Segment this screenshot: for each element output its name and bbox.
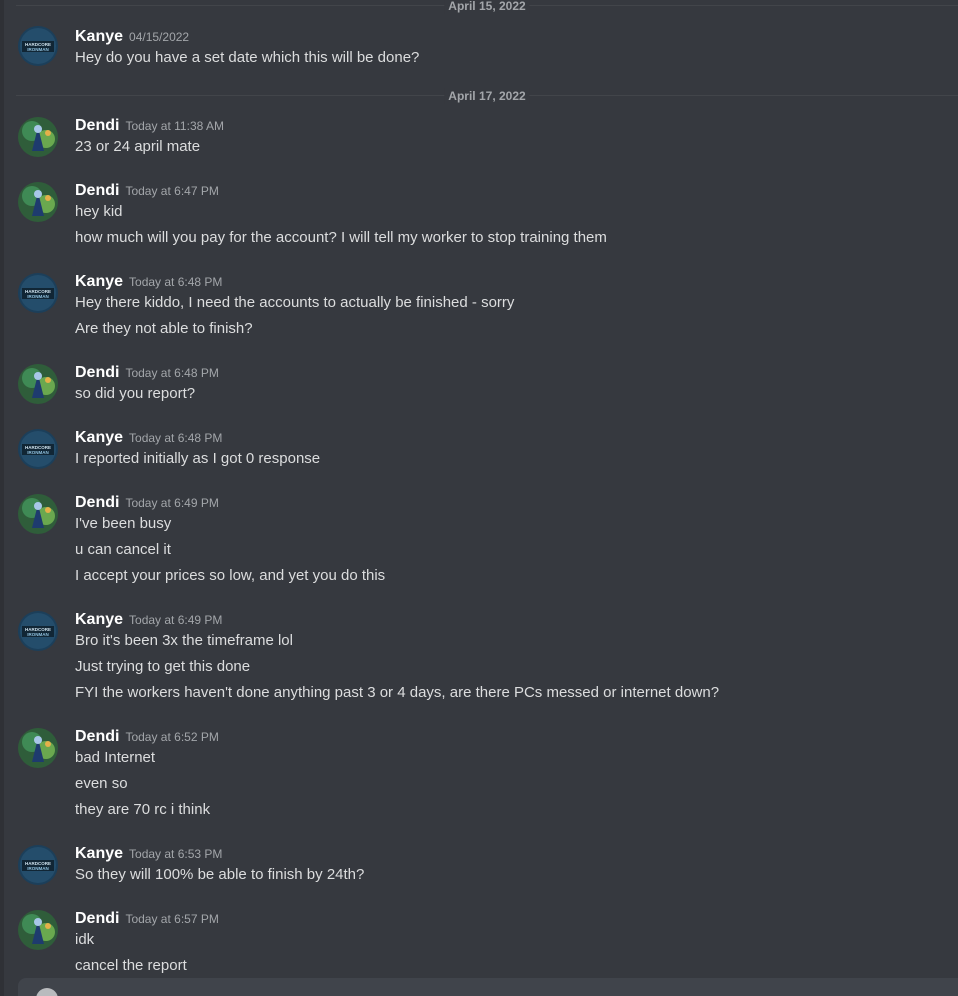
date-divider-label: April 15, 2022 <box>444 0 530 14</box>
avatar-kanye[interactable]: HARDCORE IRONMAN <box>18 429 58 469</box>
message-header: Dendi Today at 11:38 AM <box>75 115 224 137</box>
date-divider: April 17, 2022 <box>16 88 958 104</box>
date-divider-label: April 17, 2022 <box>444 88 530 104</box>
avatar-dendi[interactable] <box>18 494 58 534</box>
timestamp[interactable]: Today at 6:49 PM <box>129 613 222 627</box>
left-edge-strip <box>0 0 4 996</box>
username[interactable]: Kanye <box>75 273 123 290</box>
timestamp[interactable]: Today at 6:48 PM <box>129 275 222 289</box>
timestamp[interactable]: Today at 6:49 PM <box>125 496 218 510</box>
message-text: 23 or 24 april mate <box>75 138 201 155</box>
message-header: Dendi Today at 6:52 PM <box>75 726 219 748</box>
svg-text:IRONMAN: IRONMAN <box>27 632 49 637</box>
message-text: Are they not able to finish? <box>75 320 253 337</box>
username[interactable]: Dendi <box>75 182 119 199</box>
message-input[interactable] <box>18 978 958 996</box>
message-text: u can cancel it <box>75 541 171 558</box>
message-header: Kanye 04/15/2022 <box>75 26 189 48</box>
avatar-kanye[interactable]: HARDCORE IRONMAN <box>18 611 58 651</box>
message-header: Dendi Today at 6:48 PM <box>75 362 219 384</box>
avatar-kanye[interactable]: HARDCORE IRONMAN <box>18 845 58 885</box>
svg-text:IRONMAN: IRONMAN <box>27 294 49 299</box>
message-text: Bro it's been 3x the timeframe lol <box>75 632 293 649</box>
message-text: So they will 100% be able to finish by 2… <box>75 866 365 883</box>
timestamp[interactable]: Today at 11:38 AM <box>125 119 224 133</box>
username[interactable]: Dendi <box>75 364 119 381</box>
message-text: bad Internet <box>75 749 156 766</box>
message-text: how much will you pay for the account? I… <box>75 229 607 246</box>
username[interactable]: Kanye <box>75 28 123 45</box>
timestamp[interactable]: Today at 6:48 PM <box>125 366 218 380</box>
avatar-dendi[interactable] <box>18 182 58 222</box>
timestamp[interactable]: Today at 6:53 PM <box>129 847 222 861</box>
svg-text:IRONMAN: IRONMAN <box>27 450 49 455</box>
message-header: Kanye Today at 6:49 PM <box>75 609 222 631</box>
username[interactable]: Dendi <box>75 910 119 927</box>
message-text: Hey do you have a set date which this wi… <box>75 49 420 66</box>
timestamp[interactable]: 04/15/2022 <box>129 30 189 44</box>
username[interactable]: Dendi <box>75 728 119 745</box>
message-text: I've been busy <box>75 515 172 532</box>
message-header: Kanye Today at 6:48 PM <box>75 427 222 449</box>
message-text: I accept your prices so low, and yet you… <box>75 567 386 584</box>
avatar-kanye[interactable]: HARDCORE IRONMAN <box>18 273 58 313</box>
message-text: even so <box>75 775 128 792</box>
message-header: Dendi Today at 6:49 PM <box>75 492 219 514</box>
username[interactable]: Kanye <box>75 611 123 628</box>
date-divider: April 15, 2022 <box>16 0 958 14</box>
svg-text:IRONMAN: IRONMAN <box>27 47 49 52</box>
avatar-dendi[interactable] <box>18 910 58 950</box>
avatar-dendi[interactable] <box>18 364 58 404</box>
username[interactable]: Dendi <box>75 494 119 511</box>
avatar-kanye[interactable]: HARDCORE IRONMAN <box>18 26 58 66</box>
username[interactable]: Dendi <box>75 117 119 134</box>
message-header: Dendi Today at 6:57 PM <box>75 908 219 930</box>
avatar-dendi[interactable] <box>18 728 58 768</box>
message-text: Hey there kiddo, I need the accounts to … <box>75 294 515 311</box>
message-text: I reported initially as I got 0 response <box>75 450 321 467</box>
message-text: hey kid <box>75 203 123 220</box>
timestamp[interactable]: Today at 6:52 PM <box>125 730 218 744</box>
message-text: idk <box>75 931 95 948</box>
svg-text:IRONMAN: IRONMAN <box>27 866 49 871</box>
message-header: Kanye Today at 6:48 PM <box>75 271 222 293</box>
message-text: cancel the report <box>75 957 187 974</box>
message-header: Kanye Today at 6:53 PM <box>75 843 222 865</box>
message-text: they are 70 rc i think <box>75 801 211 818</box>
timestamp[interactable]: Today at 6:57 PM <box>125 912 218 926</box>
timestamp[interactable]: Today at 6:47 PM <box>125 184 218 198</box>
avatar-dendi[interactable] <box>18 117 58 157</box>
message-text: so did you report? <box>75 385 196 402</box>
username[interactable]: Kanye <box>75 845 123 862</box>
username[interactable]: Kanye <box>75 429 123 446</box>
message-text: Just trying to get this done <box>75 658 251 675</box>
message-header: Dendi Today at 6:47 PM <box>75 180 219 202</box>
timestamp[interactable]: Today at 6:48 PM <box>129 431 222 445</box>
add-attachment-icon[interactable] <box>36 988 58 996</box>
message-text: FYI the workers haven't done anything pa… <box>75 684 720 701</box>
